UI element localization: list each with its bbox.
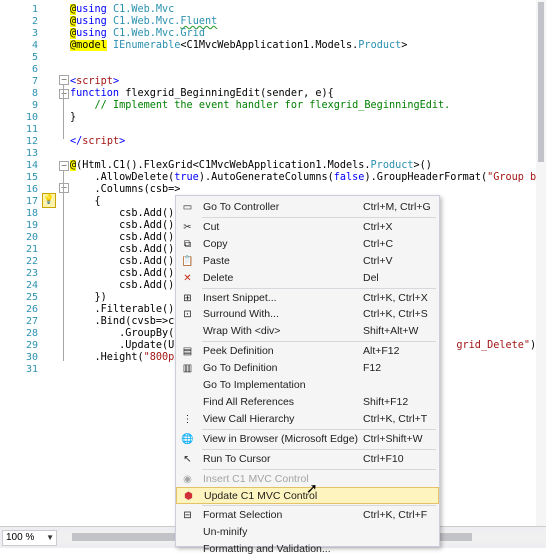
menu-item-shortcut: Ctrl+Shift+W (363, 432, 423, 445)
menu-item-label: Surround With... (203, 308, 279, 321)
paste-icon: 📋 (181, 255, 194, 267)
line-number-gutter: 1 2 3 4 5 6 7 8 9 10 11 12 13 14 15 16 17 18 19 20 21 22 23 24 2… (0, 0, 42, 526)
menu-item-view-in-browser-microsoft-edge[interactable]: 🌐 View in Browser (Microsoft Edge) Ctrl+Sh… (176, 431, 439, 448)
menu-item-label: Update C1 MVC Control (204, 490, 318, 503)
menu-item-shortcut: Ctrl+F10 (363, 452, 404, 465)
menu-item-label: Go To Definition (203, 362, 278, 375)
blank-icon (181, 379, 194, 392)
menu-item-shortcut: Ctrl+K, Ctrl+X (363, 291, 428, 304)
browser-icon: 🌐 (181, 433, 194, 445)
menu-item-view-call-hierarchy[interactable]: ⋮ View Call Hierarchy Ctrl+K, Ctrl+T (176, 411, 439, 428)
delete-icon: ✕ (183, 272, 192, 284)
menu-item-delete[interactable]: ✕ Delete Del (176, 270, 439, 287)
code-line[interactable]: </script> (70, 135, 125, 148)
menu-separator (202, 428, 436, 430)
menu-item-shortcut: Alt+F12 (363, 345, 400, 358)
menu-separator (202, 216, 436, 218)
fold-toggle-flexgrid[interactable]: − (59, 161, 69, 171)
menu-item-label: Run To Cursor (203, 452, 271, 465)
menu-item-label: Insert C1 MVC Control (203, 472, 309, 485)
blank-icon (181, 526, 194, 539)
goto-definition-icon: ▥ (182, 363, 193, 375)
menu-item-insert-snippet[interactable]: ⊞ Insert Snippet... Ctrl+K, Ctrl+X (176, 290, 439, 307)
menu-separator (202, 287, 436, 289)
code-line[interactable]: @model IEnumerable<C1MvcWebApplication1.… (70, 39, 407, 52)
fold-guide (63, 171, 64, 361)
menu-item-cut[interactable]: ✂ Cut Ctrl+X (176, 219, 439, 236)
menu-separator (202, 448, 436, 450)
menu-item-un-minify[interactable]: Un-minify (176, 524, 439, 541)
menu-item-shortcut: Shift+Alt+W (363, 325, 419, 338)
fold-toggle-script[interactable]: − (59, 75, 69, 85)
menu-item-label: Find All References (203, 395, 295, 408)
menu-item-label: Paste (203, 254, 230, 267)
menu-item-find-all-references[interactable]: Find All References Shift+F12 (176, 394, 439, 411)
line-number: 31 (25, 364, 38, 375)
surround-with-icon: ⊡ (183, 309, 192, 321)
menu-item-peek-definition[interactable]: ▤ Peek Definition Alt+F12 (176, 343, 439, 360)
menu-item-label: Go To Controller (203, 201, 280, 213)
menu-item-label: Wrap With <div> (203, 325, 281, 338)
menu-item-go-to-controller[interactable]: ▭ Go To Controller Ctrl+M, Ctrl+G (176, 199, 439, 216)
menu-item-shortcut: Del (363, 271, 379, 284)
zoom-value: 100 % (6, 532, 35, 543)
menu-item-shortcut: Ctrl+V (363, 254, 393, 267)
menu-item-shortcut: F12 (363, 362, 382, 375)
menu-item-copy[interactable]: ⧉ Copy Ctrl+C (176, 236, 439, 253)
menu-item-label: Format Selection (203, 509, 283, 522)
peek-definition-icon: ▤ (182, 346, 193, 358)
c1-insert-icon: ◉ (183, 473, 192, 485)
vertical-scroll-thumb[interactable] (538, 2, 544, 162)
menu-item-shortcut: Ctrl+M, Ctrl+G (363, 201, 431, 213)
fold-guide (63, 85, 64, 139)
menu-item-label: View in Browser (Microsoft Edge) (203, 432, 359, 445)
menu-item-shortcut: Ctrl+K, Ctrl+T (363, 412, 428, 425)
menu-item-shortcut: Ctrl+X (363, 220, 393, 233)
menu-item-label: View Call Hierarchy (203, 412, 295, 425)
zoom-select[interactable]: 100 % ▼ (2, 530, 57, 546)
menu-item-go-to-definition[interactable]: ▥ Go To Definition F12 (176, 360, 439, 377)
chevron-down-icon: ▼ (46, 533, 54, 542)
c1-update-icon: ⬢ (184, 491, 193, 503)
menu-item-shortcut: Ctrl+K, Ctrl+F (363, 509, 428, 522)
cut-icon: ✂ (183, 221, 192, 233)
menu-item-wrap-with-div[interactable]: Wrap With <div> Shift+Alt+W (176, 323, 439, 340)
blank-icon (181, 325, 194, 338)
menu-item-label: Formatting and Validation... (203, 543, 331, 556)
menu-item-label: Un-minify (203, 526, 248, 539)
menu-item-go-to-implementation[interactable]: Go To Implementation (176, 377, 439, 394)
blank-icon (181, 543, 194, 556)
menu-separator (202, 468, 436, 470)
fold-toggle-columns[interactable]: − (59, 183, 69, 193)
goto-controller-icon: ▭ (182, 202, 193, 213)
menu-item-surround-with[interactable]: ⊡ Surround With... Ctrl+K, Ctrl+S (176, 306, 439, 323)
lightbulb-icon[interactable]: 💡 (42, 193, 56, 208)
call-hierarchy-icon: ⋮ (182, 413, 193, 425)
code-line[interactable]: } (70, 111, 76, 124)
menu-item-label: Copy (203, 237, 228, 250)
blank-icon (181, 396, 194, 409)
menu-item-label: Delete (203, 271, 234, 284)
vertical-scrollbar[interactable] (536, 0, 546, 526)
copy-icon: ⧉ (183, 238, 192, 250)
run-to-cursor-icon: ↖ (183, 453, 192, 465)
menu-item-label: Peek Definition (203, 345, 274, 358)
glyph-margin (42, 0, 56, 526)
menu-separator (202, 505, 436, 507)
menu-item-run-to-cursor[interactable]: ↖ Run To Cursor Ctrl+F10 (176, 451, 439, 468)
menu-item-shortcut: Ctrl+C (363, 237, 394, 250)
menu-item-shortcut: Shift+F12 (363, 395, 409, 408)
menu-item-label: Insert Snippet... (203, 291, 277, 304)
format-selection-icon: ⊟ (183, 510, 192, 522)
insert-snippet-icon: ⊞ (183, 292, 192, 304)
code-line[interactable]: // Implement the event handler for flexg… (70, 99, 451, 112)
fold-toggle-function[interactable]: − (59, 89, 69, 99)
menu-item-label: Go To Implementation (203, 379, 306, 391)
menu-item-label: Cut (203, 220, 220, 233)
menu-item-paste[interactable]: 📋 Paste Ctrl+V (176, 253, 439, 270)
menu-item-formatting-and-validation[interactable]: Formatting and Validation... (176, 541, 439, 558)
menu-separator (202, 341, 436, 343)
menu-item-shortcut: Ctrl+K, Ctrl+S (363, 308, 428, 321)
menu-item-format-selection[interactable]: ⊟ Format Selection Ctrl+K, Ctrl+F (176, 507, 439, 524)
